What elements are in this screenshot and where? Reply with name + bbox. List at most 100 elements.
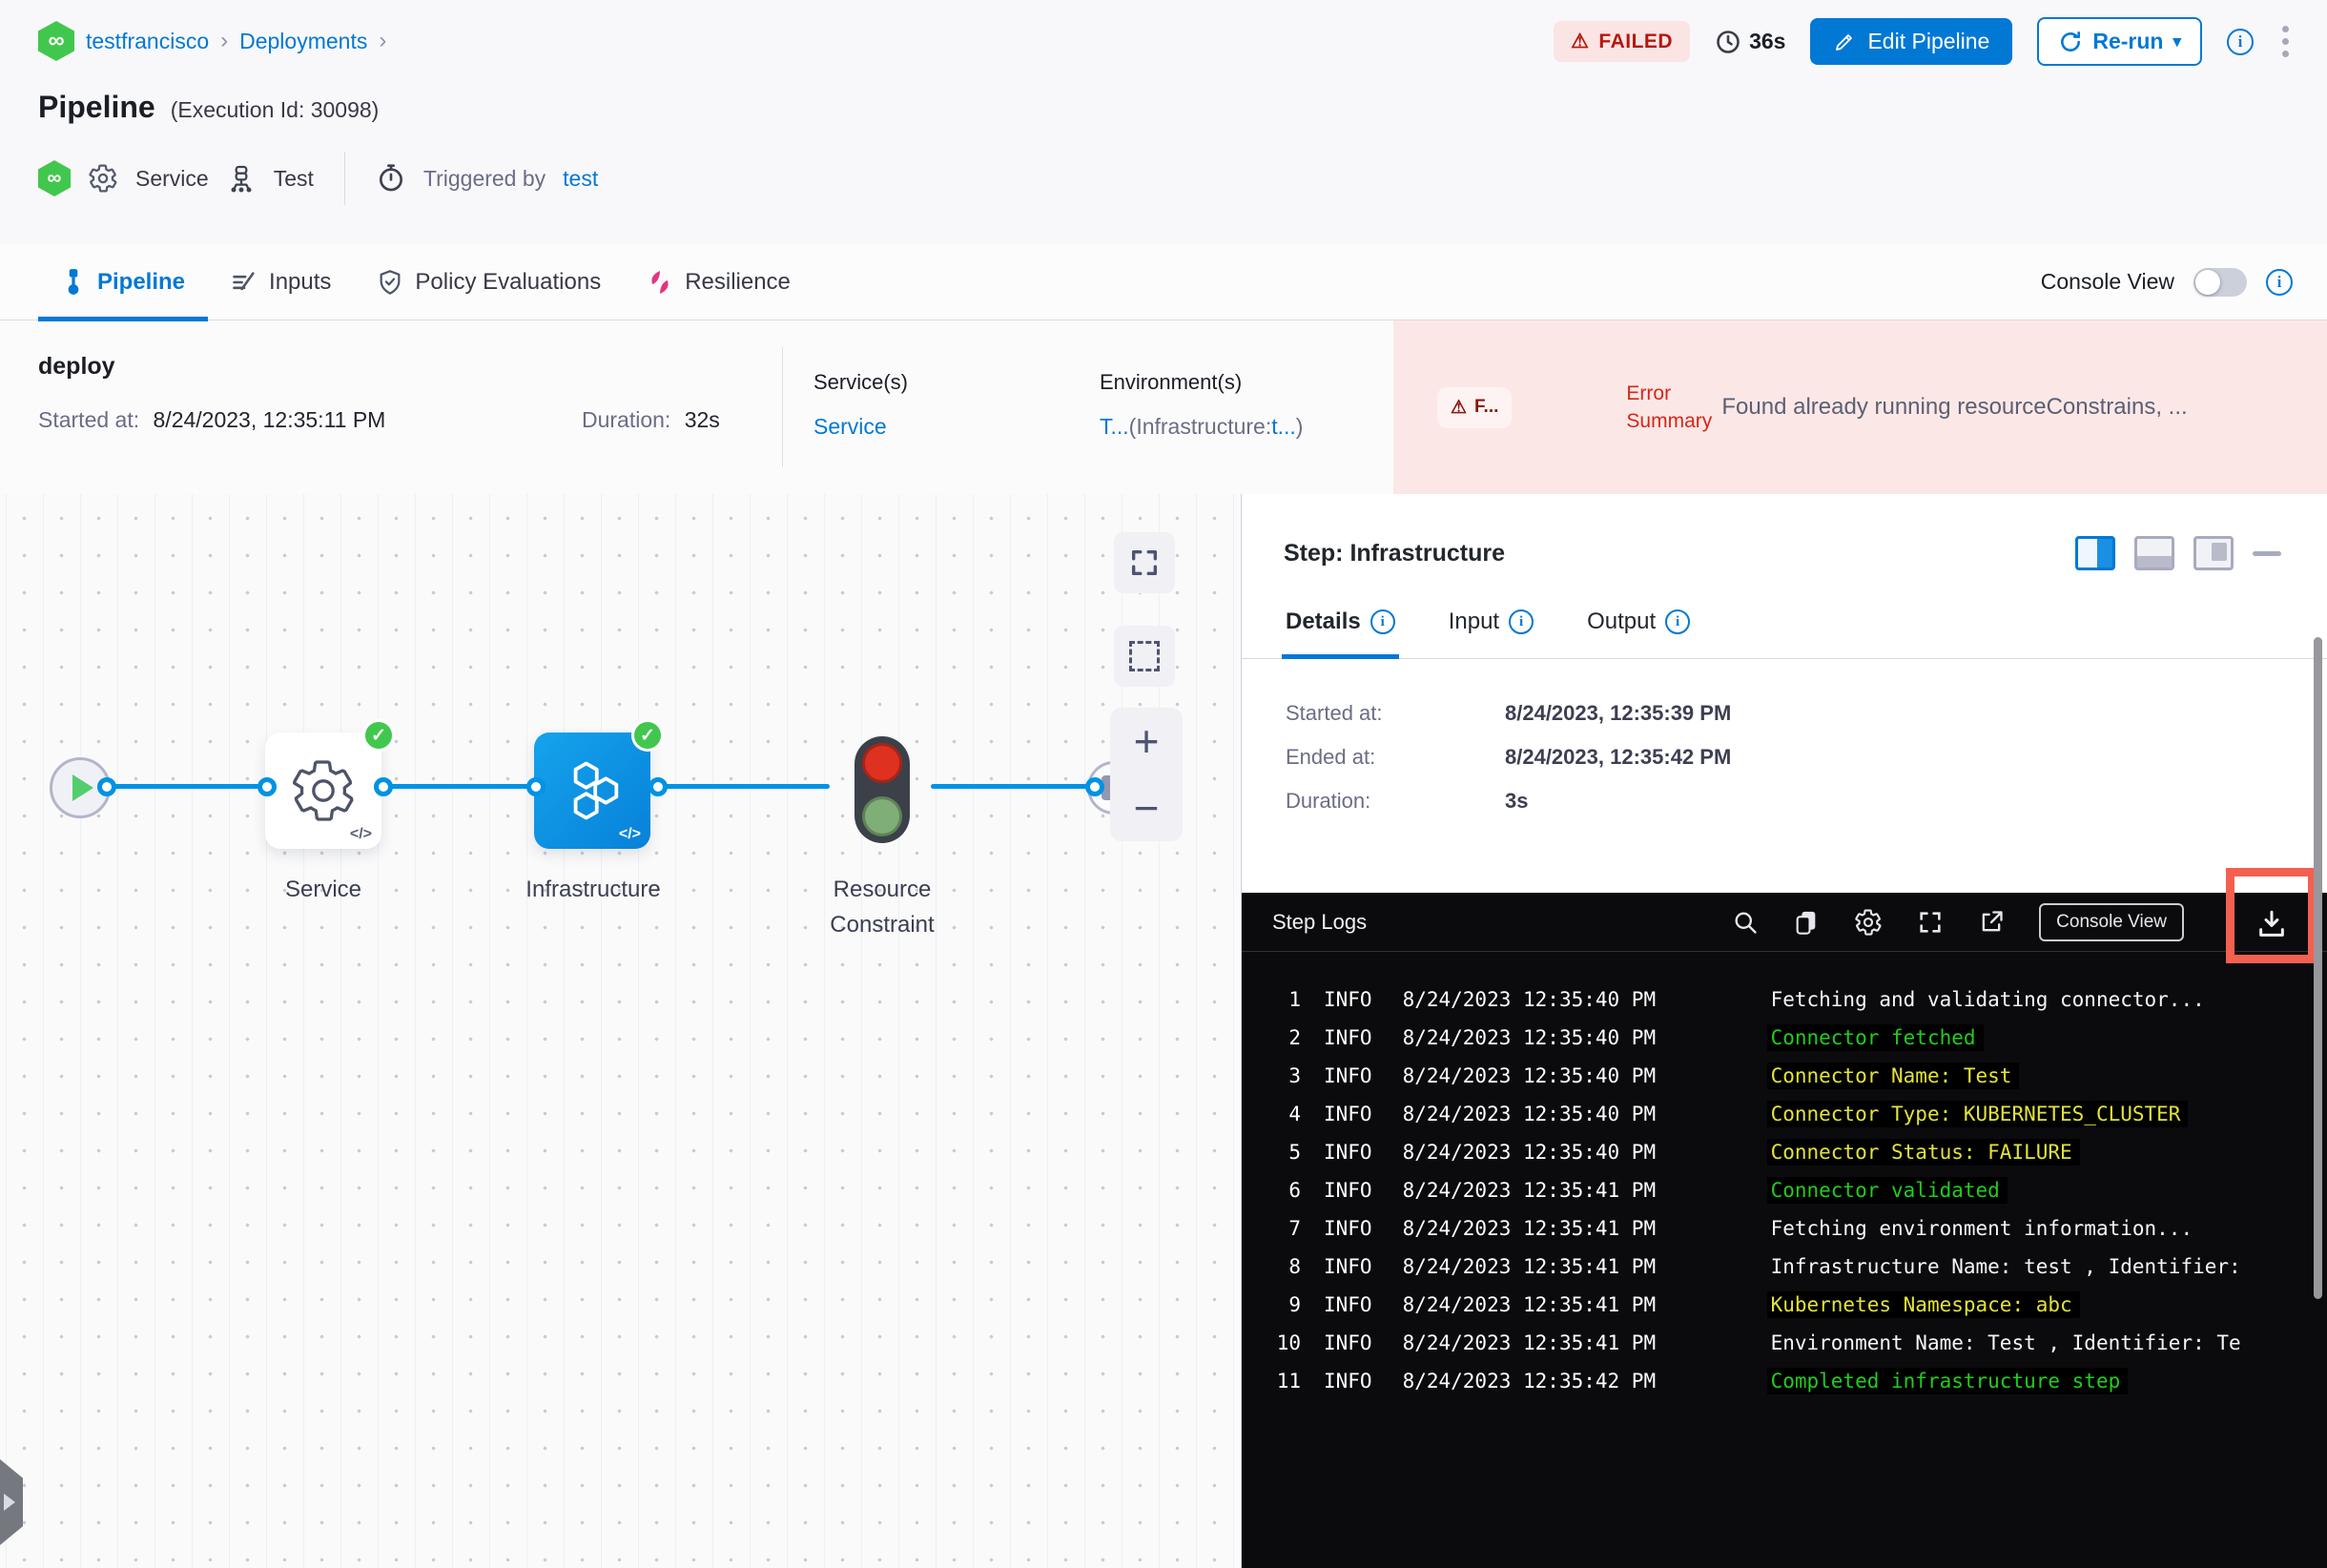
breadcrumb-project-link[interactable]: testfrancisco — [86, 29, 209, 54]
execution-tabbar: Pipeline Inputs Policy Evaluations Resil… — [0, 244, 2327, 321]
zoom-in-button[interactable]: + — [1134, 719, 1160, 763]
edge-start-service — [107, 784, 267, 789]
connector-dot — [649, 777, 668, 796]
canvas-zoom-controls: + − — [1110, 708, 1183, 841]
error-summary: ⚠ F... Error Summary Found already runni… — [1393, 320, 2327, 494]
tab-inputs[interactable]: Inputs — [208, 244, 354, 320]
node-infrastructure[interactable]: </> ✓ — [534, 719, 664, 849]
warning-icon: ⚠ — [1451, 397, 1468, 418]
canvas-fullscreen-button[interactable] — [1114, 532, 1175, 593]
connector-dot — [526, 777, 546, 796]
pipeline-canvas[interactable]: </> ✓ </> ✓ Service Infrastructure Resou… — [0, 494, 1242, 1568]
info-icon[interactable]: i — [2227, 28, 2254, 55]
console-view-toggle[interactable] — [2193, 267, 2247, 297]
step-panel-tabs: Details i Input i Output i — [1242, 570, 2327, 659]
divider — [343, 152, 345, 205]
environment-icon — [231, 165, 252, 193]
harness-cd-icon: ∞ — [38, 160, 71, 196]
info-icon[interactable]: i — [1509, 609, 1534, 634]
connector-dot — [257, 777, 277, 796]
infrastructure-link[interactable]: t... — [1271, 414, 1296, 439]
connector-dot — [374, 777, 393, 796]
code-icon: </> — [349, 826, 372, 842]
info-icon[interactable]: i — [1665, 609, 1691, 634]
rerun-button[interactable]: Re-run ▾ — [2037, 17, 2202, 66]
service-name[interactable]: Service — [135, 166, 209, 192]
marquee-select-icon — [1129, 641, 1160, 671]
tab-policy-evaluations[interactable]: Policy Evaluations — [354, 244, 624, 320]
connector-dot — [97, 777, 116, 796]
zoom-out-button[interactable]: − — [1134, 786, 1160, 830]
header-actions: ⚠ FAILED 36s Edit Pipeline Re-run ▾ i — [1554, 17, 2293, 66]
environments-column: Environment(s) T...(Infrastructure:t...) — [1069, 320, 1393, 494]
tab-resilience[interactable]: Resilience — [624, 244, 813, 320]
console-view-label: Console View — [2040, 269, 2174, 294]
log-line: 5 INFO 8/24/2023 12:35:40 PM Connector Stat… — [1242, 1133, 2327, 1171]
node-label-infrastructure: Infrastructure — [525, 877, 661, 902]
stage-started: Started at: 8/24/2023, 12:35:11 PM — [38, 407, 386, 432]
caret-down-icon: ▾ — [2173, 31, 2181, 51]
canvas-select-button[interactable] — [1114, 626, 1175, 687]
edit-pipeline-button[interactable]: Edit Pipeline — [1810, 18, 2013, 65]
stage-summary-bar: deploy Started at: 8/24/2023, 12:35:11 P… — [0, 320, 2327, 494]
log-line: 8 INFO 8/24/2023 12:35:41 PM Infrastructure… — [1288, 1255, 2241, 1278]
page-header: ∞ testfrancisco › Deployments › Pipeline… — [0, 0, 2327, 244]
panel-expand-handle[interactable] — [0, 1459, 23, 1545]
tab-input[interactable]: Input i — [1449, 609, 1534, 658]
panel-layout-controls — [2075, 536, 2281, 570]
console-view-control: Console View i — [2040, 267, 2293, 297]
tab-details[interactable]: Details i — [1282, 609, 1399, 659]
panel-scrollbar[interactable] — [2314, 637, 2322, 1299]
resilience-icon — [651, 270, 669, 294]
step-logs-header: Step Logs Console View — [1242, 893, 2327, 952]
green-light — [862, 796, 902, 836]
shield-check-icon — [380, 269, 401, 295]
breadcrumb-deployments-link[interactable]: Deployments — [239, 29, 367, 54]
node-service[interactable]: </> ✓ — [265, 719, 395, 849]
detail-row: Ended at: 8/24/2023, 12:35:42 PM — [1286, 745, 1732, 769]
failed-mini-badge: ⚠ F... — [1437, 386, 1513, 428]
layout-bottom-split-button[interactable] — [2134, 536, 2174, 570]
search-icon[interactable] — [1732, 909, 1759, 936]
environment-name[interactable]: Test — [274, 166, 314, 192]
settings-gear-icon[interactable] — [1854, 908, 1883, 937]
pipeline-meta-row: ∞ Service Test Triggered by test — [38, 152, 2289, 205]
more-options-menu[interactable] — [2278, 22, 2293, 61]
step-details: Started at: 8/24/2023, 12:35:39 PM Ended… — [1242, 659, 2327, 814]
error-summary-message: Found already running resourceConstrains… — [1721, 394, 2188, 420]
clock-icon — [1717, 30, 1740, 53]
chevron-right-icon: › — [220, 28, 229, 53]
edge-constraint-end — [931, 784, 1095, 789]
tab-pipeline[interactable]: Pipeline — [38, 244, 209, 321]
minimize-panel-button[interactable] — [2253, 550, 2281, 556]
tab-output[interactable]: Output i — [1587, 609, 1691, 658]
stage-info: deploy Started at: 8/24/2023, 12:35:11 P… — [0, 320, 782, 494]
inputs-icon — [233, 271, 255, 290]
stopwatch-icon — [379, 164, 402, 192]
copy-icon[interactable] — [1793, 909, 1820, 936]
stage-name[interactable]: deploy — [38, 353, 782, 381]
info-icon[interactable]: i — [1369, 609, 1395, 634]
chevron-right-icon: › — [379, 28, 387, 53]
layout-right-split-button[interactable] — [2075, 536, 2115, 570]
download-logs-icon[interactable] — [2255, 908, 2288, 940]
environment-link[interactable]: T... — [1100, 414, 1129, 439]
node-resource-constraint[interactable] — [855, 736, 910, 843]
main-content: </> ✓ </> ✓ Service Infrastructure Resou… — [0, 494, 2327, 1568]
arrow-right-icon — [4, 1494, 15, 1511]
expand-fullscreen-icon[interactable] — [1917, 909, 1944, 936]
step-logs-title: Step Logs — [1272, 909, 1368, 934]
log-line: 2 INFO 8/24/2023 12:35:40 PM Connector fetc… — [1242, 1019, 2327, 1057]
triggered-by-link[interactable]: test — [563, 166, 598, 192]
layout-floating-button[interactable] — [2193, 536, 2234, 570]
log-line: 11 INFO 8/24/2023 12:35:42 PM Completed inf… — [1242, 1362, 2327, 1400]
console-view-button[interactable]: Console View — [2039, 902, 2184, 941]
service-gear-icon — [89, 164, 117, 193]
page-title: Pipeline — [38, 90, 155, 124]
info-icon[interactable]: i — [2266, 268, 2293, 296]
detail-row: Started at: 8/24/2023, 12:35:39 PM — [1286, 701, 1732, 725]
title-row: Pipeline (Execution Id: 30098) — [38, 90, 2289, 125]
open-external-icon[interactable] — [1978, 909, 2005, 936]
service-gear-icon — [292, 760, 354, 821]
service-link[interactable]: Service — [813, 414, 887, 439]
